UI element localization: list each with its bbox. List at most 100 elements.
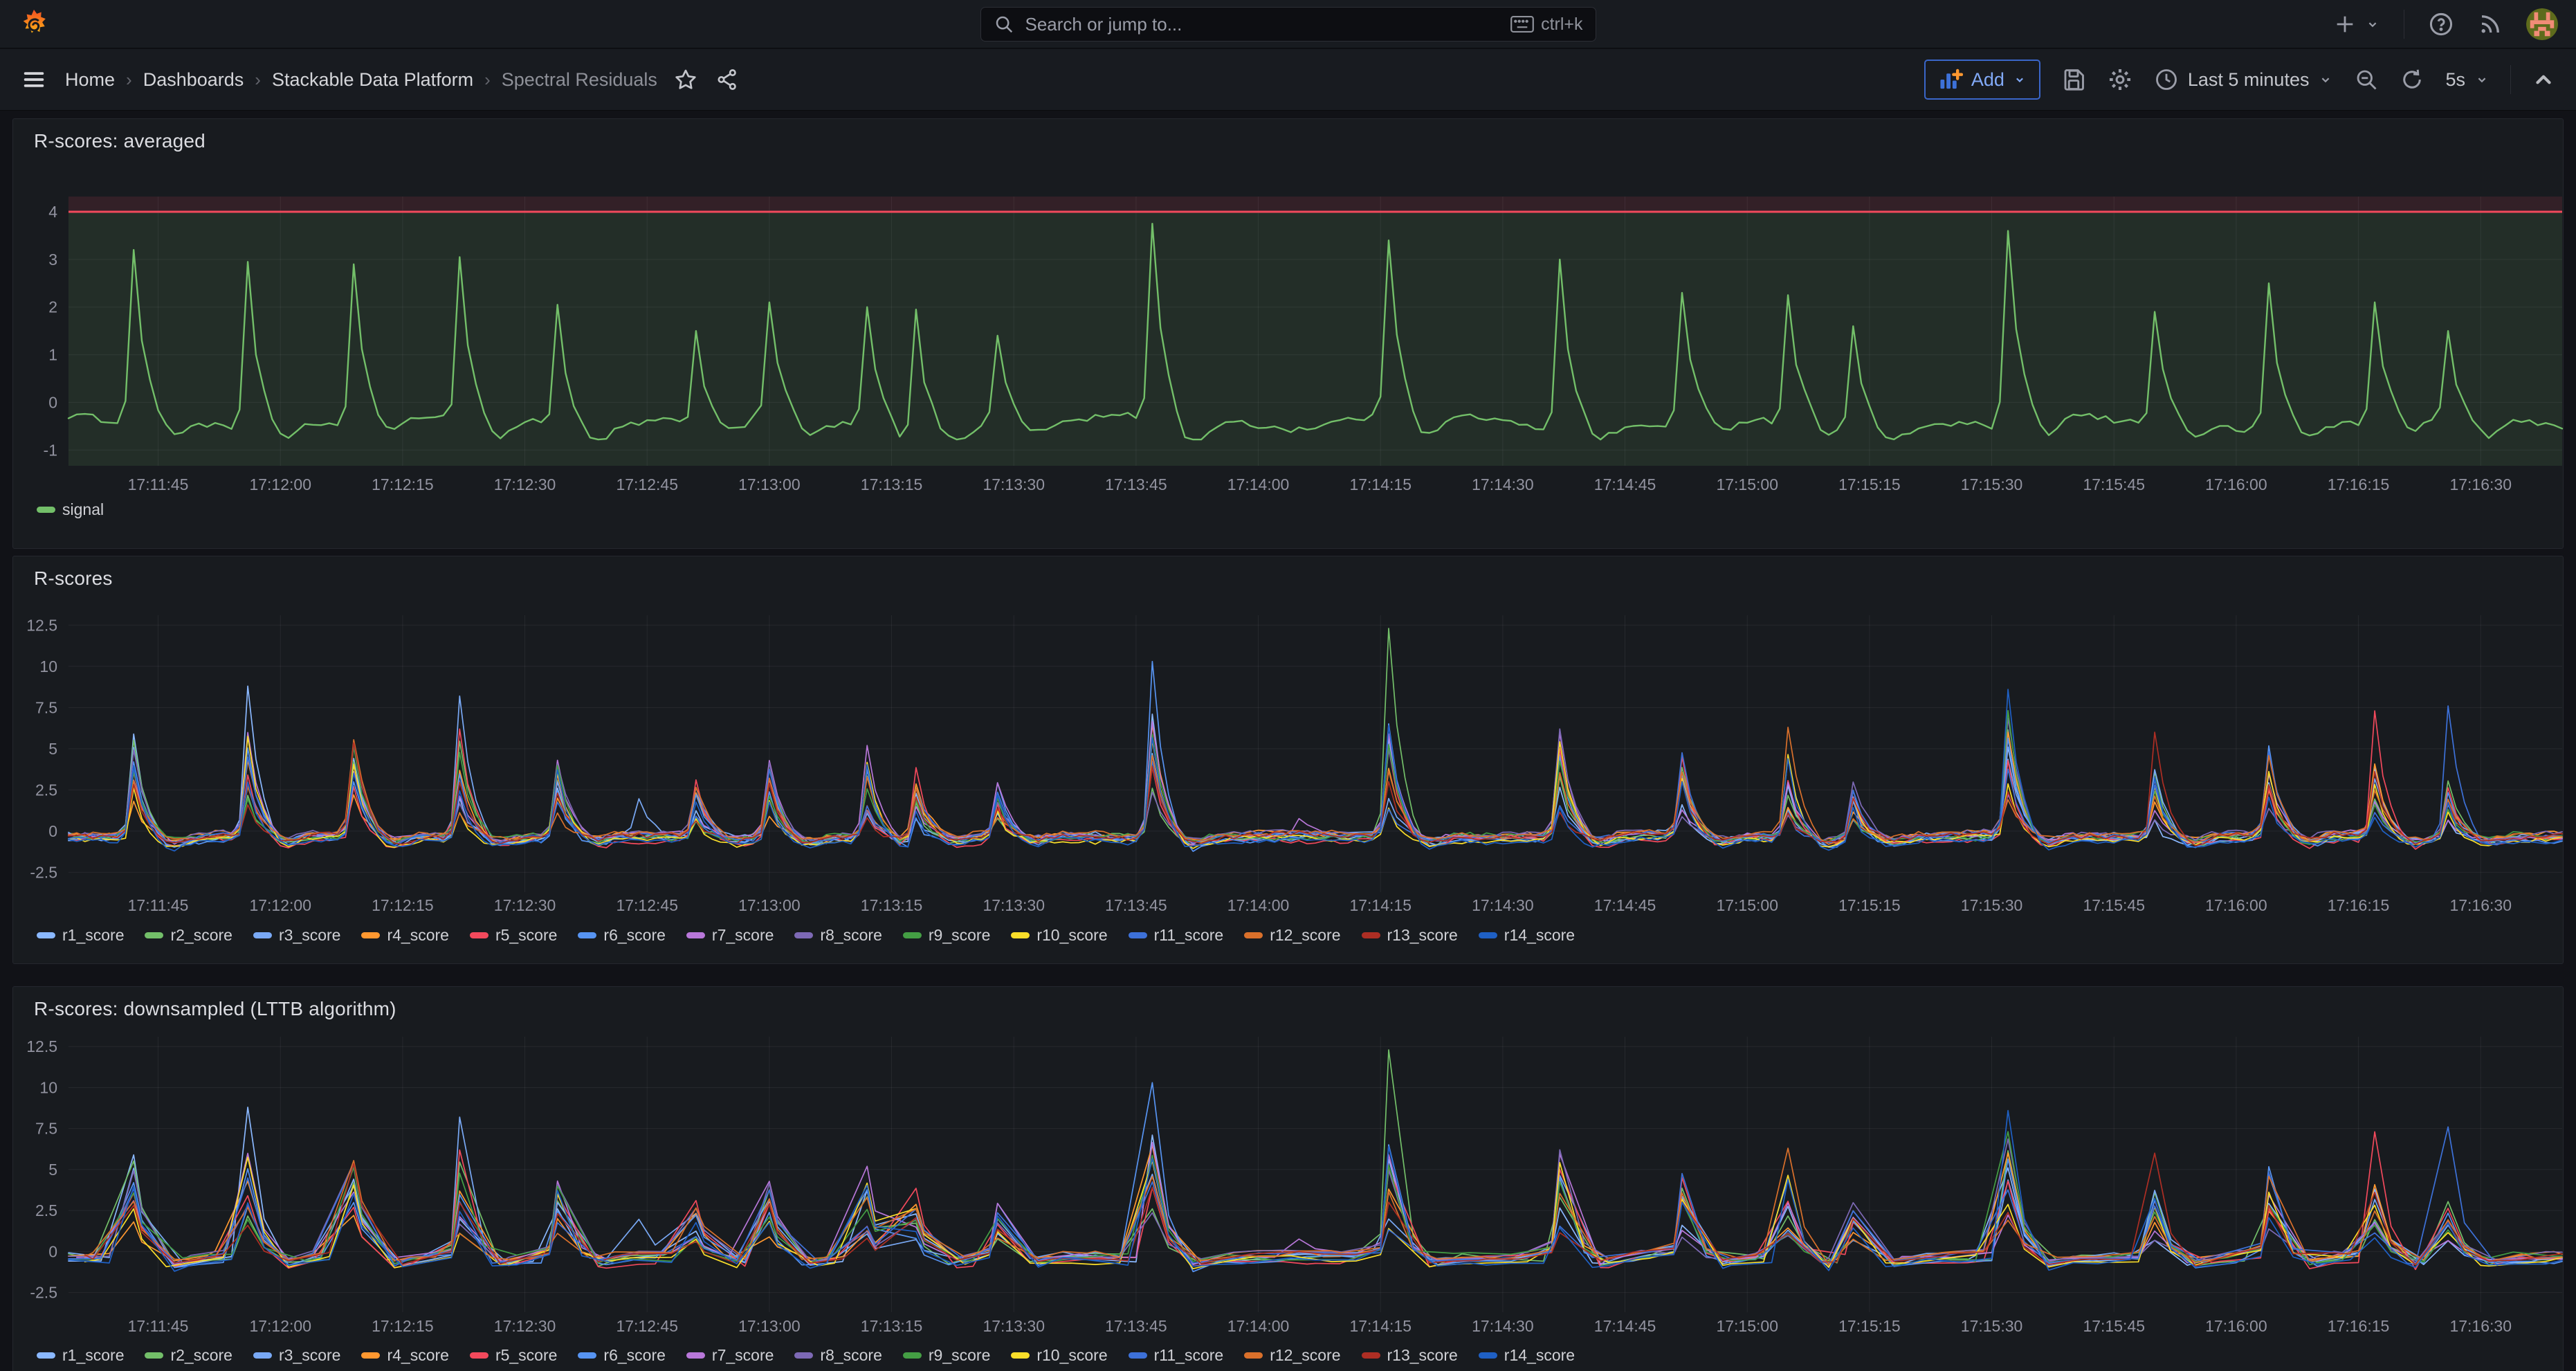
new-menu-button[interactable] bbox=[2333, 12, 2380, 36]
refresh-interval-picker[interactable]: 5s bbox=[2445, 69, 2490, 91]
mega-menu-button[interactable] bbox=[21, 66, 47, 93]
legend-item[interactable]: r9_score bbox=[903, 1346, 990, 1365]
legend-item[interactable]: r2_score bbox=[145, 1346, 232, 1365]
breadcrumb-home[interactable]: Home bbox=[65, 69, 115, 91]
legend-item[interactable]: r5_score bbox=[470, 1346, 557, 1365]
legend-item[interactable]: r4_score bbox=[361, 926, 448, 945]
legend-color-pill bbox=[794, 932, 813, 938]
dashboard-quick-actions bbox=[674, 68, 739, 91]
svg-text:17:16:30: 17:16:30 bbox=[2449, 475, 2512, 493]
legend-label: r3_score bbox=[279, 926, 340, 945]
svg-text:17:12:30: 17:12:30 bbox=[494, 896, 556, 914]
breadcrumb-dashboards[interactable]: Dashboards bbox=[143, 69, 244, 91]
legend-item[interactable]: r14_score bbox=[1479, 1346, 1575, 1365]
svg-text:17:15:00: 17:15:00 bbox=[1716, 475, 1778, 493]
legend-item[interactable]: r3_score bbox=[253, 1346, 340, 1365]
svg-text:5: 5 bbox=[48, 740, 57, 758]
svg-text:17:15:30: 17:15:30 bbox=[1961, 475, 2023, 493]
legend-item[interactable]: r9_score bbox=[903, 926, 990, 945]
add-panel-button[interactable]: Add bbox=[1924, 60, 2040, 100]
svg-text:12.5: 12.5 bbox=[26, 616, 57, 634]
panel-rscores: R-scores 12.5107.552.50-2.517:11:4517:12… bbox=[12, 556, 2564, 964]
legend-label: r2_score bbox=[170, 1346, 232, 1365]
legend-item[interactable]: r7_score bbox=[686, 1346, 774, 1365]
timeseries-plot-downsampled[interactable]: 12.5107.552.50-2.517:11:4517:12:0017:12:… bbox=[13, 987, 2564, 1371]
svg-text:10: 10 bbox=[39, 1078, 57, 1096]
svg-text:17:16:00: 17:16:00 bbox=[2205, 475, 2267, 493]
legend-color-pill bbox=[578, 932, 596, 938]
legend-item[interactable]: r8_score bbox=[794, 1346, 881, 1365]
user-avatar[interactable] bbox=[2526, 8, 2558, 40]
favorite-button[interactable] bbox=[674, 68, 697, 91]
dashboard-settings-button[interactable] bbox=[2107, 66, 2133, 93]
legend-label: r8_score bbox=[820, 1346, 881, 1365]
svg-text:0: 0 bbox=[48, 822, 57, 840]
legend-item[interactable]: r14_score bbox=[1479, 926, 1575, 945]
legend-label: r14_score bbox=[1504, 926, 1575, 945]
save-dashboard-button[interactable] bbox=[2061, 67, 2086, 92]
legend-item[interactable]: r12_score bbox=[1244, 926, 1340, 945]
legend-item[interactable]: signal bbox=[37, 500, 104, 519]
breadcrumb-separator: › bbox=[126, 69, 132, 91]
svg-text:17:12:30: 17:12:30 bbox=[494, 1317, 556, 1335]
legend-label: r12_score bbox=[1270, 926, 1340, 945]
legend-item[interactable]: r11_score bbox=[1129, 1346, 1224, 1365]
chevron-down-icon bbox=[2318, 72, 2333, 87]
legend-item[interactable]: r6_score bbox=[578, 926, 665, 945]
zoom-out-time-button[interactable] bbox=[2354, 67, 2379, 92]
news-button[interactable] bbox=[2478, 12, 2503, 37]
svg-text:7.5: 7.5 bbox=[35, 698, 57, 716]
refresh-button[interactable] bbox=[2400, 67, 2424, 92]
legend-label: r3_score bbox=[279, 1346, 340, 1365]
legend-label: r10_score bbox=[1036, 1346, 1107, 1365]
timeseries-plot-rscores[interactable]: 12.5107.552.50-2.517:11:4517:12:0017:12:… bbox=[13, 556, 2564, 965]
rss-icon bbox=[2478, 12, 2503, 37]
breadcrumb-folder[interactable]: Stackable Data Platform bbox=[272, 69, 473, 91]
help-button[interactable] bbox=[2428, 11, 2454, 37]
breadcrumb: Home › Dashboards › Stackable Data Platf… bbox=[65, 69, 657, 91]
svg-text:4: 4 bbox=[48, 203, 57, 221]
legend-label: r1_score bbox=[62, 1346, 124, 1365]
panel-rscores-averaged: R-scores: averaged 43210-117:11:4517:12:… bbox=[12, 118, 2564, 549]
top-navbar: ctrl+k bbox=[0, 0, 2576, 48]
legend-item[interactable]: r12_score bbox=[1244, 1346, 1340, 1365]
legend-label: r11_score bbox=[1154, 926, 1224, 945]
collapse-toolbar-button[interactable] bbox=[2532, 68, 2555, 91]
svg-text:17:13:30: 17:13:30 bbox=[983, 475, 1045, 493]
search-input[interactable] bbox=[1024, 13, 1501, 36]
legend-color-pill bbox=[470, 932, 488, 938]
legend-color-pill bbox=[1129, 1352, 1147, 1359]
legend-item[interactable]: r13_score bbox=[1362, 926, 1458, 945]
legend-label: r6_score bbox=[603, 1346, 665, 1365]
legend-item[interactable]: r6_score bbox=[578, 1346, 665, 1365]
star-icon bbox=[674, 68, 697, 91]
legend-item[interactable]: r1_score bbox=[37, 1346, 124, 1365]
legend-item[interactable]: r13_score bbox=[1362, 1346, 1458, 1365]
time-range-picker[interactable]: Last 5 minutes bbox=[2154, 67, 2334, 92]
legend-item[interactable]: r11_score bbox=[1129, 926, 1224, 945]
svg-text:17:16:30: 17:16:30 bbox=[2449, 896, 2512, 914]
legend-color-pill bbox=[145, 932, 163, 938]
keyboard-icon bbox=[1510, 15, 1534, 33]
zoom-out-icon bbox=[2354, 67, 2379, 92]
legend-item[interactable]: r10_score bbox=[1011, 1346, 1107, 1365]
timeseries-plot-averaged[interactable]: 43210-117:11:4517:12:0017:12:1517:12:301… bbox=[13, 119, 2564, 550]
svg-text:17:12:00: 17:12:00 bbox=[249, 475, 311, 493]
legend-item[interactable]: r10_score bbox=[1011, 926, 1107, 945]
legend-item[interactable]: r4_score bbox=[361, 1346, 448, 1365]
global-search[interactable]: ctrl+k bbox=[980, 7, 1596, 42]
legend-item[interactable]: r1_score bbox=[37, 926, 124, 945]
legend-item[interactable]: r8_score bbox=[794, 926, 881, 945]
plus-icon bbox=[2333, 12, 2357, 36]
grafana-logo-icon[interactable] bbox=[18, 8, 50, 40]
legend-label: r4_score bbox=[387, 1346, 448, 1365]
legend-label: r1_score bbox=[62, 926, 124, 945]
legend-item[interactable]: r7_score bbox=[686, 926, 774, 945]
legend-label: r7_score bbox=[712, 926, 774, 945]
legend-item[interactable]: r2_score bbox=[145, 926, 232, 945]
legend-item[interactable]: r3_score bbox=[253, 926, 340, 945]
legend-label: r14_score bbox=[1504, 1346, 1575, 1365]
legend-item[interactable]: r5_score bbox=[470, 926, 557, 945]
svg-text:5: 5 bbox=[48, 1161, 57, 1179]
share-button[interactable] bbox=[715, 68, 739, 91]
